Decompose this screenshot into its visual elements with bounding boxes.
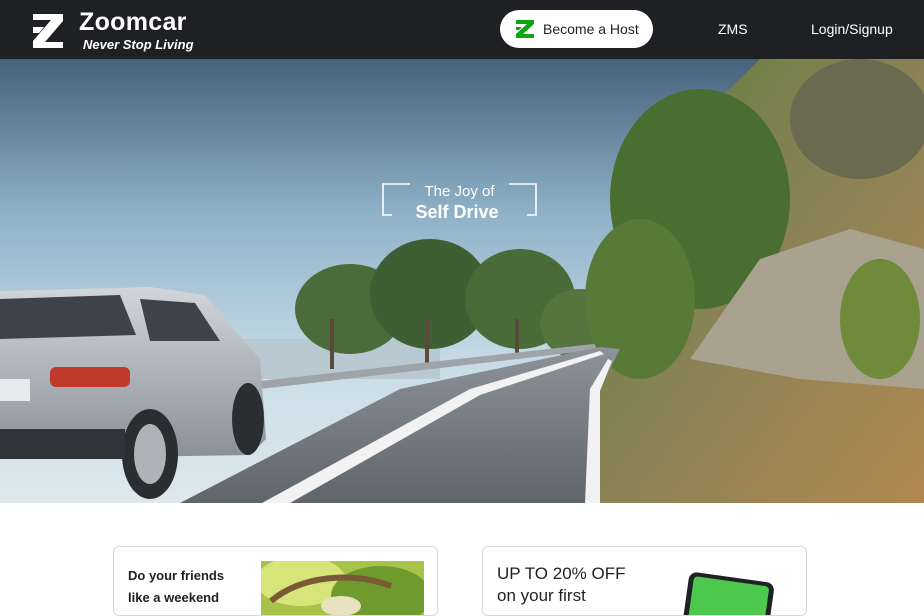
promo-card-weekend-text: Do your friends like a weekend	[128, 565, 224, 609]
brand-tagline: Never Stop Living	[83, 37, 194, 52]
nav-link-zms[interactable]: ZMS	[718, 21, 748, 37]
hero-tagline: The Joy of Self Drive	[382, 183, 537, 222]
promo-card-weekend-line-1: Do your friends	[128, 568, 225, 583]
zoomcar-logo[interactable]: Zoomcar Never Stop Living	[30, 10, 194, 51]
promo-card-weekend-image	[261, 561, 424, 615]
tagline-line-1: The Joy of	[424, 183, 495, 200]
logo-text: Zoomcar Never Stop Living	[79, 8, 194, 52]
become-a-host-button[interactable]: Become a Host	[500, 10, 653, 48]
top-navigation-bar: Zoomcar Never Stop Living Become a Host …	[0, 0, 924, 59]
promo-card-offer-line-1: UP TO 20% OFF	[497, 564, 626, 583]
promo-card-weekend-line-2: like a weekend	[128, 590, 220, 605]
zoomcar-z-logo-icon	[33, 13, 63, 48]
promo-card-offer-text: UP TO 20% OFF on your first	[497, 563, 626, 607]
zoomcar-z-icon	[516, 20, 534, 38]
hero-banner: The Joy of Self Drive	[0, 59, 924, 503]
become-a-host-label: Become a Host	[543, 21, 639, 37]
promo-card-offer[interactable]: UP TO 20% OFF on your first	[482, 546, 807, 616]
hero-image	[0, 59, 924, 503]
nav-link-login-signup[interactable]: Login/Signup	[811, 21, 893, 37]
promo-card-offer-line-2: on your first	[497, 586, 586, 605]
phone-illustration	[682, 572, 774, 615]
brand-name: Zoomcar	[79, 8, 187, 36]
promo-card-weekend[interactable]: Do your friends like a weekend	[113, 546, 438, 616]
tagline-line-2: Self Drive	[415, 202, 499, 222]
